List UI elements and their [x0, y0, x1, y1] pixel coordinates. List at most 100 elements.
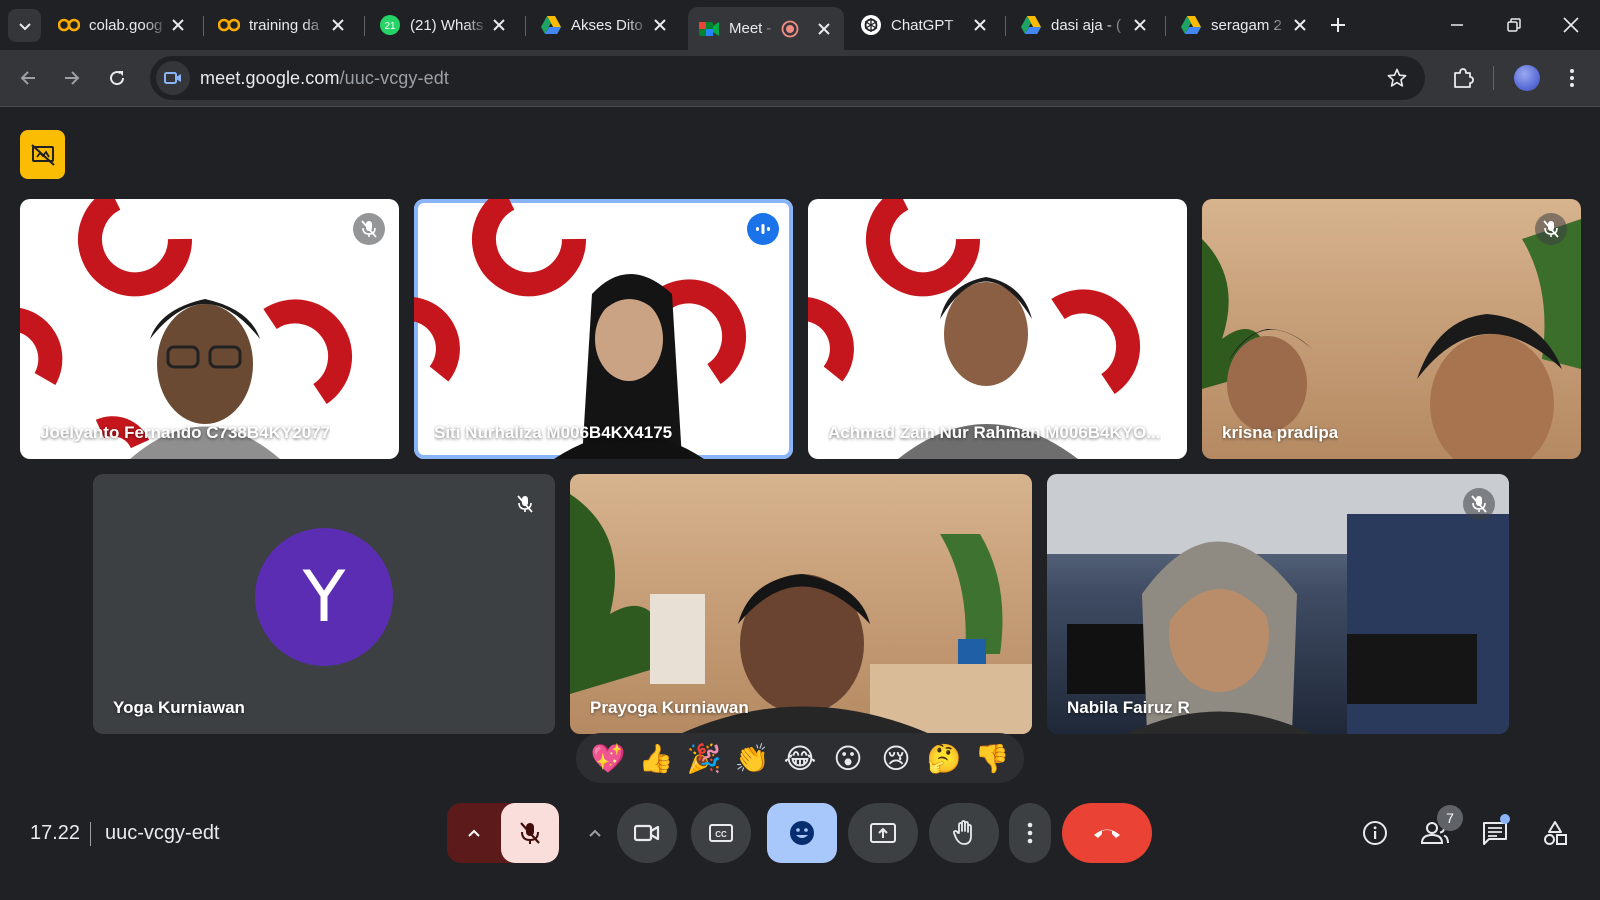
participant-count-badge: 7: [1437, 805, 1463, 831]
send-reaction-button[interactable]: [767, 803, 837, 863]
url-text: meet.google.com/uuc-vcgy-edt: [200, 68, 449, 89]
reaction-laugh[interactable]: 😂: [780, 738, 820, 778]
raise-hand-button[interactable]: [929, 803, 999, 863]
recording-icon: [781, 20, 799, 38]
star-icon: [1387, 68, 1407, 87]
close-icon[interactable]: [328, 15, 348, 35]
present-to-all-icon: [870, 823, 896, 843]
mic-off-indicator: [509, 488, 541, 520]
reaction-party[interactable]: 🎉: [684, 738, 724, 778]
google-meet-icon: [698, 18, 720, 40]
colab-icon: [58, 14, 80, 36]
mic-off-icon: [520, 822, 540, 844]
toolbar-separator: [1493, 66, 1494, 90]
tab-title: dasi aja - (: [1051, 16, 1122, 34]
meeting-code: uuc-vcgy-edt: [105, 822, 220, 844]
mic-off-icon: [1471, 495, 1487, 513]
tab-drive-akses[interactable]: Akses Dito: [530, 7, 680, 43]
camera-toggle-button[interactable]: [617, 803, 677, 863]
close-window-button[interactable]: [1556, 10, 1586, 40]
audio-settings-button[interactable]: [447, 803, 501, 863]
tab-chatgpt[interactable]: ChatGPT: [850, 7, 1000, 43]
puzzle-icon: [1454, 68, 1474, 88]
forward-button[interactable]: [56, 62, 88, 94]
tab-colab-1[interactable]: colab.goog: [48, 7, 198, 43]
hand-icon: [953, 820, 972, 845]
unread-chat-indicator: [1500, 814, 1510, 824]
reaction-sad[interactable]: 😢: [876, 738, 916, 778]
host-controls-badge[interactable]: [20, 130, 65, 179]
minimize-button[interactable]: [1442, 10, 1472, 40]
close-icon: [1563, 17, 1579, 33]
close-icon[interactable]: [970, 15, 990, 35]
close-icon[interactable]: [168, 15, 188, 35]
close-icon[interactable]: [489, 15, 509, 35]
tab-title: (21) Whats: [410, 16, 484, 34]
tab-drive-dasi[interactable]: dasi aja - (: [1010, 7, 1160, 43]
participant-name: krisna pradipa: [1222, 423, 1339, 442]
profile-avatar[interactable]: [1514, 65, 1540, 91]
participant-name: Achmad Zain Nur Rahman M006B4KYO...: [828, 423, 1161, 442]
browser-menu-button[interactable]: [1560, 62, 1584, 94]
url-domain: meet.google.com: [200, 67, 340, 88]
tab-title: training da: [249, 16, 320, 34]
participant-tile[interactable]: krisna pradipa: [1202, 199, 1581, 459]
reaction-heart[interactable]: 💖: [588, 738, 628, 778]
close-icon[interactable]: [1290, 15, 1310, 35]
reaction-thumbs-down[interactable]: 👎: [972, 738, 1012, 778]
back-button[interactable]: [12, 62, 44, 94]
reaction-clap[interactable]: 👏: [732, 738, 772, 778]
google-drive-icon: [1020, 14, 1042, 36]
presentation-off-icon: [30, 143, 55, 166]
tab-title: Meet -: [729, 20, 772, 37]
participant-name: Nabila Fairuz R: [1067, 698, 1190, 717]
video-settings-button[interactable]: [573, 803, 617, 863]
tab-search-button[interactable]: [8, 9, 41, 42]
tab-google-meet[interactable]: Meet -: [688, 7, 844, 50]
mic-off-icon: [517, 495, 533, 513]
reaction-thinking[interactable]: 🤔: [924, 738, 964, 778]
site-info-button[interactable]: [156, 61, 190, 95]
present-screen-button[interactable]: [848, 803, 918, 863]
tab-separator: [1165, 16, 1166, 36]
leave-call-button[interactable]: [1062, 803, 1152, 863]
shapes-icon: [1544, 821, 1567, 845]
reload-button[interactable]: [101, 62, 133, 94]
tab-colab-2[interactable]: training da: [208, 7, 358, 43]
participant-tile[interactable]: Nabila Fairuz R: [1047, 474, 1509, 734]
captions-button[interactable]: CC: [691, 803, 751, 863]
tab-drive-seragam[interactable]: seragam 2: [1170, 7, 1320, 43]
participant-tile[interactable]: Prayoga Kurniawan: [570, 474, 1032, 734]
meeting-details-button[interactable]: [1355, 813, 1395, 853]
mic-toggle-button[interactable]: [501, 803, 559, 863]
participant-tile-active-speaker[interactable]: Siti Nurhaliza M006B4KX4175: [414, 199, 793, 459]
close-icon[interactable]: [650, 15, 670, 35]
participant-tile[interactable]: Joelyanto Fernando C738B4KY2077: [20, 199, 399, 459]
participant-tile[interactable]: Achmad Zain Nur Rahman M006B4KYO...: [808, 199, 1187, 459]
mic-off-indicator: [1463, 488, 1495, 520]
google-drive-icon: [1180, 14, 1202, 36]
close-icon[interactable]: [814, 19, 834, 39]
reaction-surprised[interactable]: 😮: [828, 738, 868, 778]
google-drive-icon: [540, 14, 562, 36]
new-tab-button[interactable]: [1325, 12, 1351, 38]
tab-separator: [1005, 16, 1006, 36]
video-camera-icon: [164, 72, 181, 84]
participant-tile[interactable]: Y Yoga Kurniawan: [93, 474, 555, 734]
activities-button[interactable]: [1535, 813, 1575, 853]
mic-off-indicator: [1535, 213, 1567, 245]
colab-icon: [218, 14, 240, 36]
participant-video-background: [808, 199, 1141, 459]
bookmark-button[interactable]: [1383, 64, 1411, 92]
url-path: /uuc-vcgy-edt: [339, 67, 449, 88]
minimize-icon: [1451, 24, 1463, 26]
tab-whatsapp[interactable]: 21 (21) Whats: [369, 7, 519, 43]
address-bar[interactable]: meet.google.com/uuc-vcgy-edt: [150, 56, 1425, 100]
participant-video-background: [570, 494, 1032, 734]
extensions-button[interactable]: [1447, 62, 1479, 94]
close-icon[interactable]: [1130, 15, 1150, 35]
tab-title: ChatGPT: [891, 16, 954, 34]
more-options-button[interactable]: [1009, 803, 1051, 863]
reaction-thumbs-up[interactable]: 👍: [636, 738, 676, 778]
restore-button[interactable]: [1499, 10, 1529, 40]
